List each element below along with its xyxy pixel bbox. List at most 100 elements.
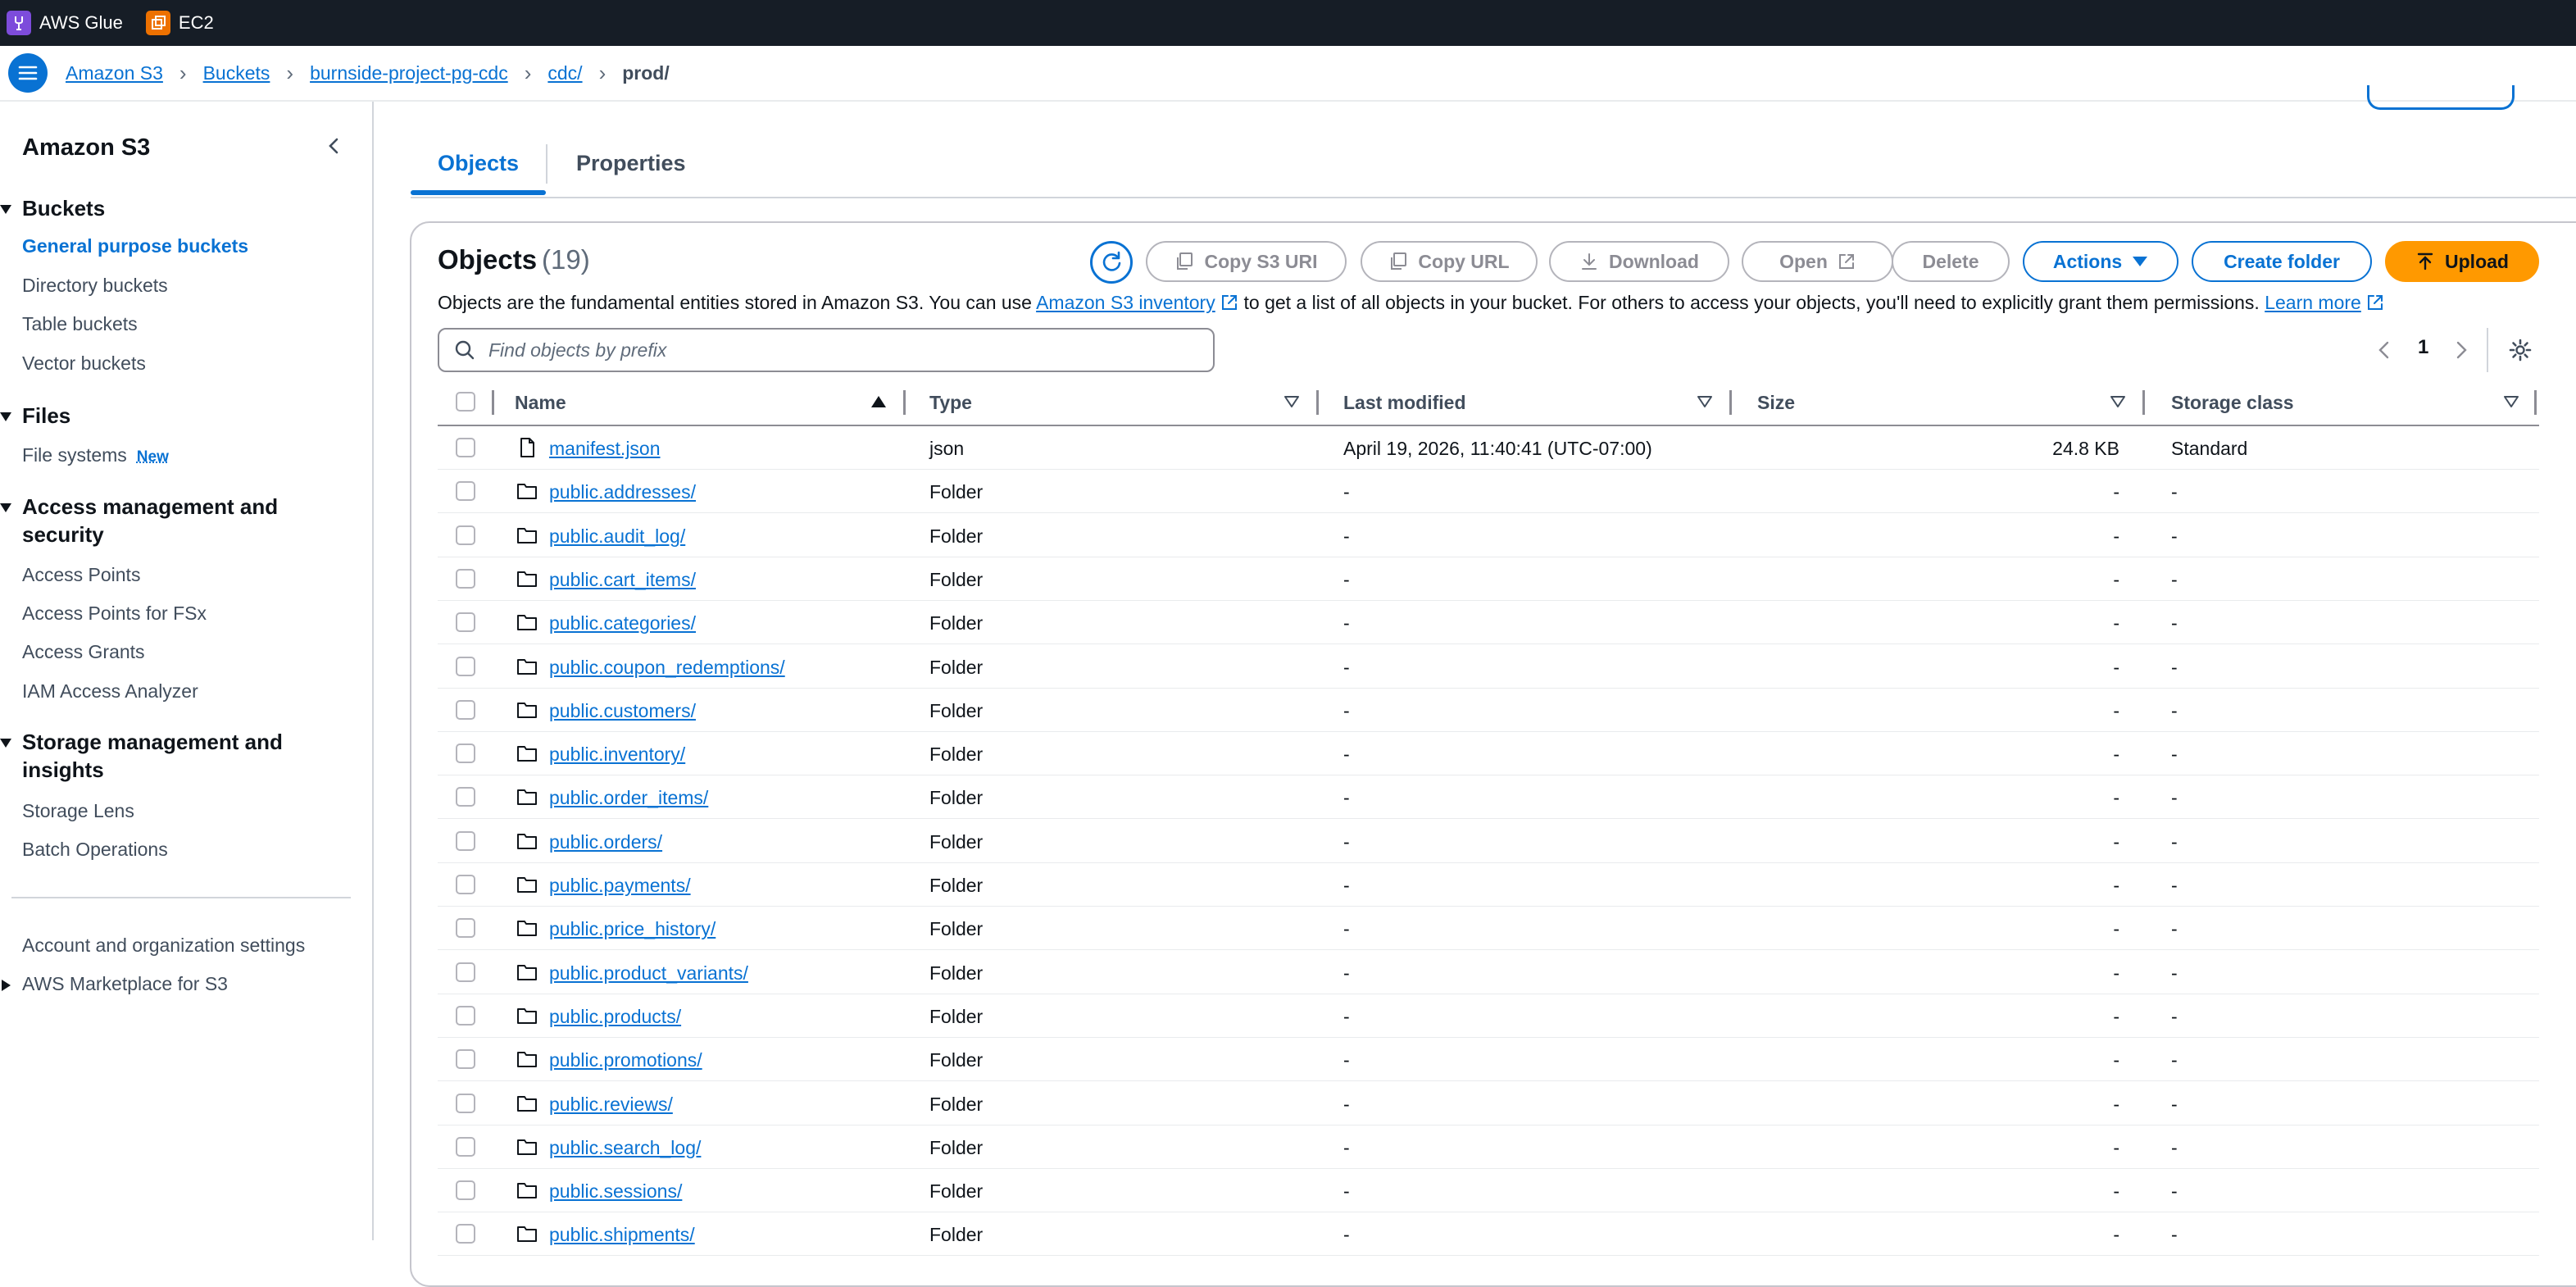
side-nav-title[interactable]: Amazon S3	[22, 134, 150, 161]
find-objects-search[interactable]	[438, 328, 1215, 372]
menu-toggle-button[interactable]	[8, 53, 48, 93]
object-name-link[interactable]: public.audit_log/	[549, 525, 685, 548]
row-checkbox[interactable]	[456, 657, 475, 676]
sidebar-item-storage-lens[interactable]: Storage Lens	[22, 800, 134, 822]
breadcrumb-buckets[interactable]: Buckets	[203, 62, 270, 84]
object-name-link[interactable]: public.promotions/	[549, 1049, 702, 1071]
object-name-link[interactable]: public.sessions/	[549, 1180, 682, 1203]
table-row[interactable]: manifest.json json April 19, 2026, 11:40:4…	[438, 426, 2539, 470]
row-checkbox[interactable]	[456, 1049, 475, 1069]
tab-objects[interactable]: Objects	[438, 151, 519, 176]
breadcrumb-bucket[interactable]: burnside-project-pg-cdc	[310, 62, 508, 84]
row-checkbox[interactable]	[456, 1094, 475, 1113]
learn-more-link[interactable]: Learn more	[2265, 292, 2361, 313]
sort-icon[interactable]	[2110, 395, 2126, 408]
sidebar-item-table-buckets[interactable]: Table buckets	[22, 313, 138, 335]
column-header-last-modified[interactable]: Last modified	[1343, 392, 1466, 414]
sidebar-item-general-purpose-buckets[interactable]: General purpose buckets	[22, 235, 248, 257]
row-checkbox[interactable]	[456, 1180, 475, 1200]
previous-page-icon[interactable]	[2375, 339, 2393, 361]
search-input[interactable]	[488, 339, 1193, 362]
actions-dropdown[interactable]: Actions	[2023, 241, 2178, 282]
select-all-checkbox[interactable]	[456, 392, 475, 412]
sidebar-item-file-systems[interactable]: File systems New	[22, 444, 169, 466]
current-page[interactable]: 1	[2418, 336, 2428, 359]
column-header-size[interactable]: Size	[1757, 392, 1795, 414]
table-row[interactable]: public.products/Folder - - -	[438, 994, 2539, 1038]
sort-icon[interactable]	[2503, 395, 2519, 408]
copy-s3-uri-button[interactable]: Copy S3 URI	[1146, 241, 1347, 282]
row-checkbox[interactable]	[456, 525, 475, 545]
column-header-name[interactable]: Name	[515, 392, 566, 414]
row-checkbox[interactable]	[456, 744, 475, 763]
object-name-link[interactable]: public.search_log/	[549, 1137, 701, 1159]
table-row[interactable]: public.customers/Folder - - -	[438, 689, 2539, 732]
object-name-link[interactable]: public.cart_items/	[549, 569, 696, 591]
gear-icon[interactable]	[2508, 338, 2533, 362]
next-page-icon[interactable]	[2452, 339, 2470, 361]
service-shortcut-ec2[interactable]: EC2	[146, 11, 214, 35]
object-name-link[interactable]: public.reviews/	[549, 1094, 673, 1116]
row-checkbox[interactable]	[456, 831, 475, 851]
sidebar-item-access-points[interactable]: Access Points	[22, 564, 140, 586]
table-row[interactable]: public.inventory/Folder - - -	[438, 732, 2539, 775]
object-name-link[interactable]: public.products/	[549, 1006, 681, 1028]
sort-icon[interactable]	[1283, 395, 1300, 408]
table-row[interactable]: public.orders/Folder - - -	[438, 820, 2539, 863]
table-row[interactable]: public.promotions/Folder - - -	[438, 1038, 2539, 1081]
table-row[interactable]: public.sessions/Folder - - -	[438, 1169, 2539, 1212]
download-button[interactable]: Download	[1549, 241, 1729, 282]
object-name-link[interactable]: public.product_variants/	[549, 962, 748, 985]
object-name-link[interactable]: public.customers/	[549, 700, 696, 722]
s3-inventory-link[interactable]: Amazon S3 inventory	[1036, 292, 1215, 313]
tab-properties[interactable]: Properties	[576, 151, 686, 176]
sidebar-item-iam-access-analyzer[interactable]: IAM Access Analyzer	[22, 680, 198, 703]
object-name-link[interactable]: manifest.json	[549, 438, 661, 460]
row-checkbox[interactable]	[456, 1224, 475, 1244]
object-name-link[interactable]: public.categories/	[549, 612, 696, 634]
row-checkbox[interactable]	[456, 918, 475, 938]
object-name-link[interactable]: public.shipments/	[549, 1224, 695, 1246]
object-name-link[interactable]: public.inventory/	[549, 744, 685, 766]
service-shortcut-glue[interactable]: AWS Glue	[7, 11, 123, 35]
table-row[interactable]: public.search_log/Folder - - -	[438, 1126, 2539, 1169]
object-name-link[interactable]: public.price_history/	[549, 918, 716, 940]
clipped-header-button[interactable]	[2367, 85, 2515, 110]
table-row[interactable]: public.reviews/Folder - - -	[438, 1082, 2539, 1126]
breadcrumb-cdc[interactable]: cdc/	[547, 62, 582, 84]
sidebar-item-directory-buckets[interactable]: Directory buckets	[22, 275, 168, 297]
sidebar-item-account-settings[interactable]: Account and organization settings	[22, 935, 305, 957]
breadcrumb-amazon-s3[interactable]: Amazon S3	[66, 62, 163, 84]
table-row[interactable]: public.product_variants/Folder - - -	[438, 951, 2539, 994]
table-row[interactable]: public.coupon_redemptions/Folder - - -	[438, 645, 2539, 689]
create-folder-button[interactable]: Create folder	[2192, 241, 2372, 282]
row-checkbox[interactable]	[456, 569, 475, 589]
collapse-nav-icon[interactable]	[321, 133, 348, 159]
table-row[interactable]: public.order_items/Folder - - -	[438, 775, 2539, 819]
delete-button[interactable]: Delete	[1892, 241, 2010, 282]
table-row[interactable]: public.price_history/Folder - - -	[438, 907, 2539, 950]
table-row[interactable]: public.cart_items/Folder - - -	[438, 557, 2539, 601]
sidebar-item-access-points-fsx[interactable]: Access Points for FSx	[22, 603, 207, 625]
sidebar-item-batch-operations[interactable]: Batch Operations	[22, 839, 168, 861]
row-checkbox[interactable]	[456, 1137, 475, 1157]
table-row[interactable]: public.audit_log/Folder - - -	[438, 514, 2539, 557]
open-button[interactable]: Open	[1742, 241, 1893, 282]
object-name-link[interactable]: public.payments/	[549, 875, 691, 897]
row-checkbox[interactable]	[456, 612, 475, 632]
sort-ascending-icon[interactable]	[870, 395, 887, 408]
copy-url-button[interactable]: Copy URL	[1361, 241, 1538, 282]
row-checkbox[interactable]	[456, 438, 475, 457]
row-checkbox[interactable]	[456, 481, 475, 501]
table-row[interactable]: public.categories/Folder - - -	[438, 601, 2539, 644]
object-name-link[interactable]: public.addresses/	[549, 481, 696, 503]
sort-icon[interactable]	[1697, 395, 1713, 408]
row-checkbox[interactable]	[456, 1006, 475, 1026]
row-checkbox[interactable]	[456, 787, 475, 807]
sidebar-item-access-grants[interactable]: Access Grants	[22, 641, 145, 663]
row-checkbox[interactable]	[456, 962, 475, 982]
table-row[interactable]: public.payments/Folder - - -	[438, 863, 2539, 907]
object-name-link[interactable]: public.coupon_redemptions/	[549, 657, 785, 679]
row-checkbox[interactable]	[456, 875, 475, 894]
row-checkbox[interactable]	[456, 700, 475, 720]
